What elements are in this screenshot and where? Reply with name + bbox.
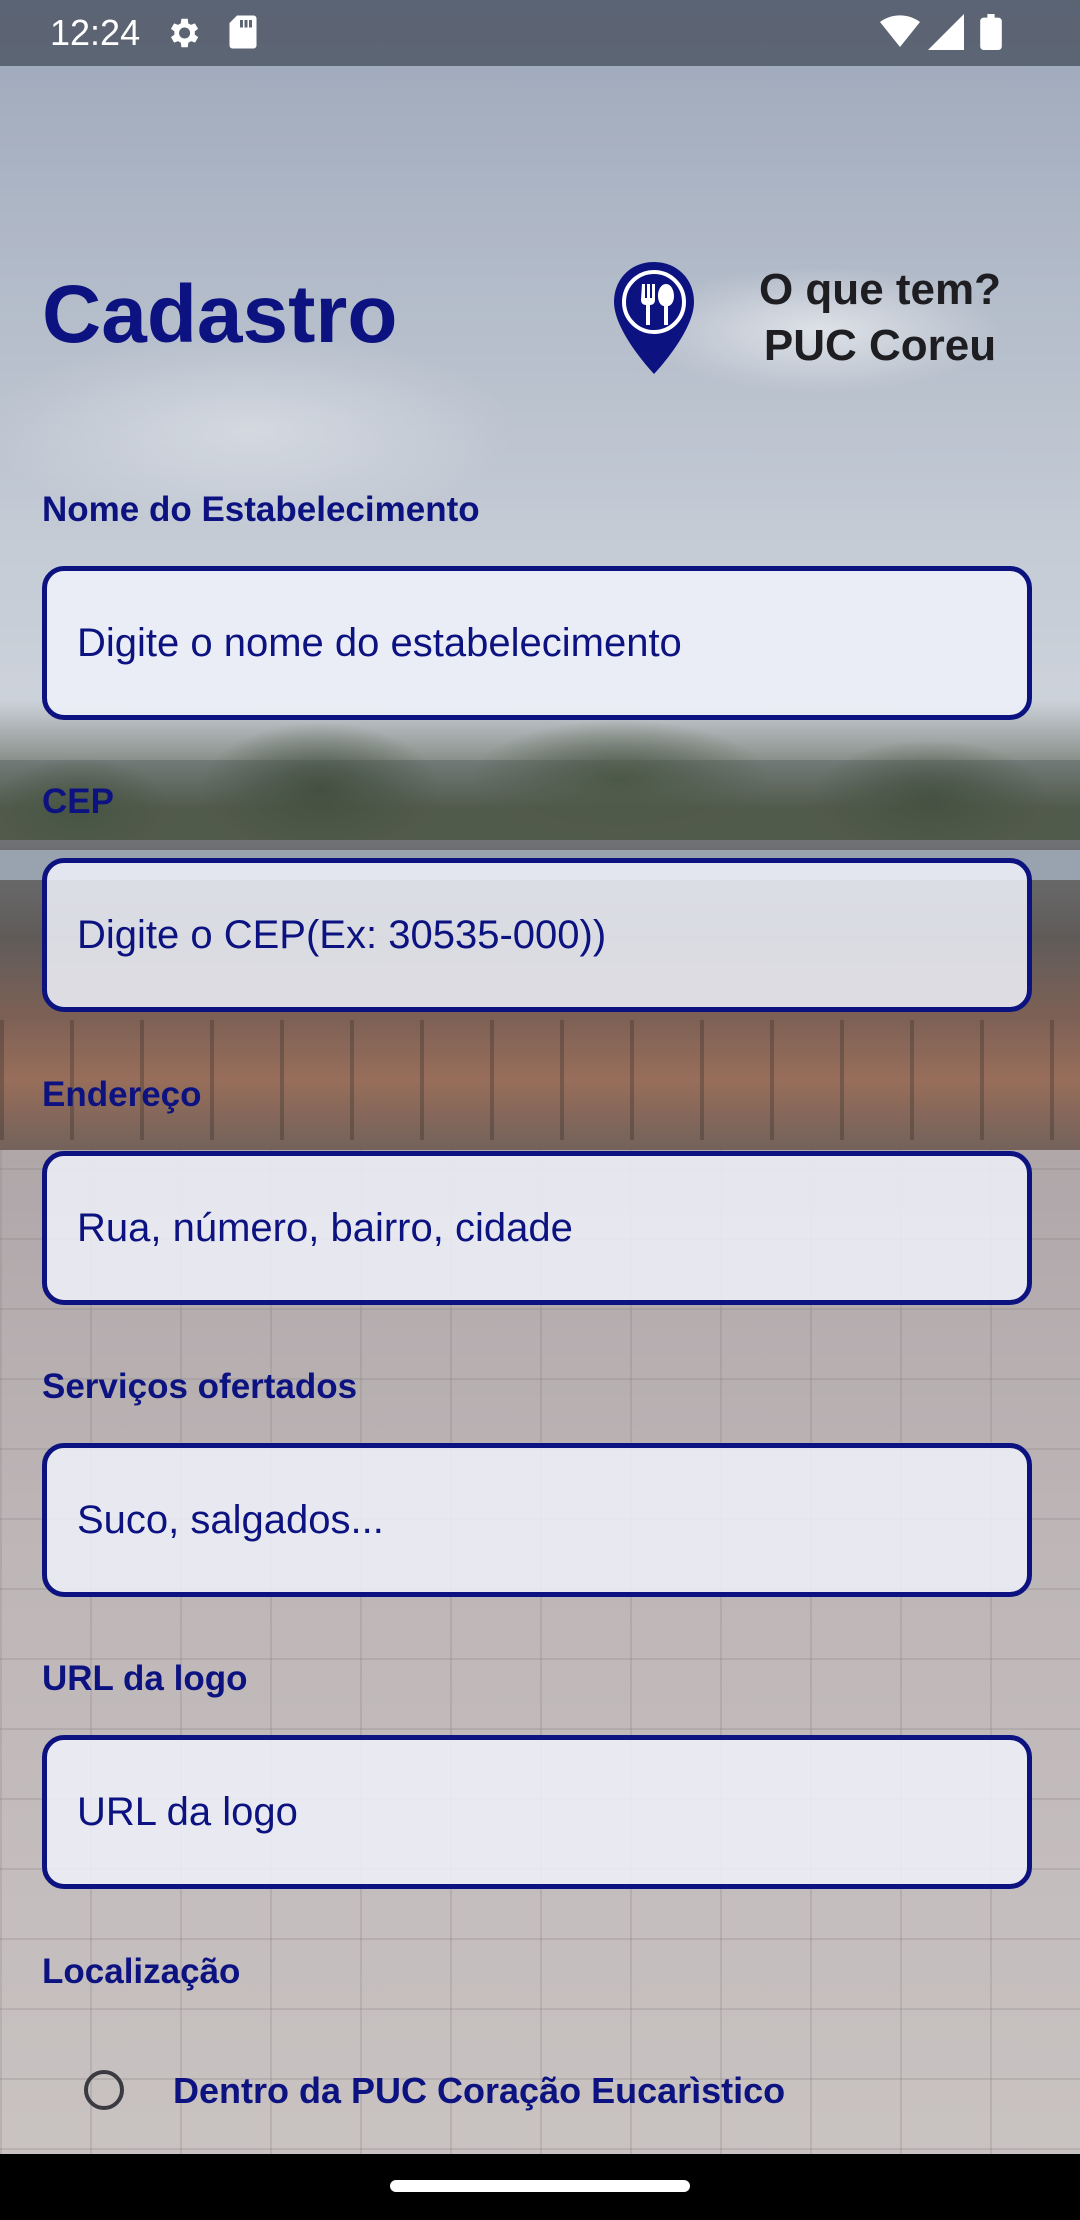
status-bar: 12:24 bbox=[0, 0, 1080, 66]
page-title: Cadastro bbox=[42, 269, 398, 360]
endereco-input[interactable] bbox=[42, 1151, 1032, 1305]
label-cep: CEP bbox=[42, 782, 114, 821]
gear-icon bbox=[164, 14, 202, 57]
nome-estabelecimento-input[interactable] bbox=[42, 566, 1032, 720]
home-gesture-handle[interactable] bbox=[390, 2180, 690, 2192]
app-name: O que tem? PUC Coreu bbox=[720, 262, 1040, 374]
status-time: 12:24 bbox=[50, 12, 141, 53]
battery-icon bbox=[980, 14, 1002, 55]
location-option-label: Dentro da PUC Coração Eucarìstico bbox=[173, 2070, 786, 2111]
url-logo-input[interactable] bbox=[42, 1735, 1032, 1889]
label-endereco: Endereço bbox=[42, 1075, 202, 1114]
label-servicos-ofertados: Serviços ofertados bbox=[42, 1367, 358, 1406]
label-localizacao: Localização bbox=[42, 1952, 241, 1991]
navigation-bar bbox=[0, 2154, 1080, 2220]
location-option-puc[interactable]: Dentro da PUC Coração Eucarìstico bbox=[80, 2060, 980, 2120]
app-name-line1: O que tem? bbox=[758, 265, 1002, 314]
radio-button[interactable] bbox=[84, 2070, 124, 2110]
wifi-icon bbox=[880, 14, 920, 55]
servicos-ofertados-input[interactable] bbox=[42, 1443, 1032, 1597]
sd-card-icon bbox=[228, 14, 258, 55]
signal-icon bbox=[928, 14, 964, 55]
app-name-line2: PUC Coreu bbox=[763, 321, 997, 370]
map-pin-cutlery-icon bbox=[612, 260, 696, 376]
label-url-logo: URL da logo bbox=[42, 1659, 248, 1698]
label-nome-estabelecimento: Nome do Estabelecimento bbox=[42, 490, 480, 529]
cep-input[interactable] bbox=[42, 858, 1032, 1012]
